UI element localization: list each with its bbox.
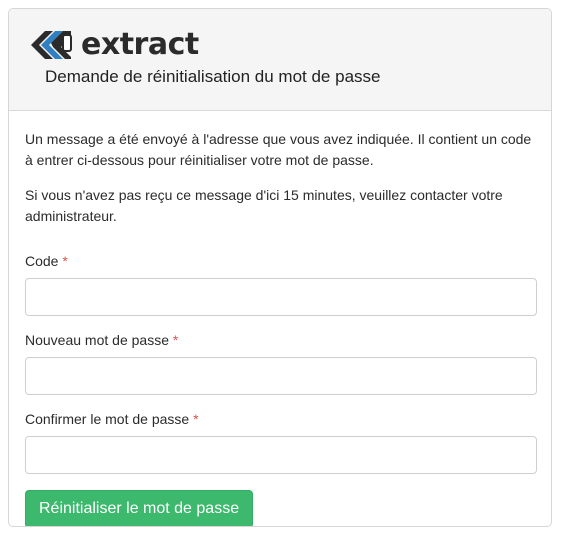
card-body: Un message a été envoyé à l'adresse que … [9, 111, 551, 526]
required-marker: * [172, 332, 179, 348]
confirm-password-input[interactable] [25, 436, 537, 474]
reset-request-card: extract Demande de réinitialisation du m… [8, 8, 552, 527]
info-message-contact-admin: Si vous n'avez pas reçu ce message d'ici… [25, 187, 503, 224]
code-label: Code * [25, 253, 535, 269]
new-password-label-text: Nouveau mot de passe [25, 332, 169, 348]
confirm-password-field-group: Confirmer le mot de passe * [25, 411, 537, 474]
info-message-sent: Un message a été envoyé à l'adresse que … [25, 131, 532, 168]
new-password-label: Nouveau mot de passe * [25, 332, 535, 348]
confirm-password-label-text: Confirmer le mot de passe [25, 411, 190, 427]
new-password-input[interactable] [25, 357, 537, 395]
confirm-password-label: Confirmer le mot de passe * [25, 411, 535, 427]
logo-text: extract [81, 27, 199, 62]
required-marker: * [193, 411, 199, 427]
page-title: Demande de réinitialisation du mot de pa… [45, 67, 381, 86]
new-password-field-group: Nouveau mot de passe * [25, 332, 537, 395]
card-header: extract Demande de réinitialisation du m… [9, 9, 551, 111]
required-marker: * [62, 253, 68, 269]
code-field-group: Code * [25, 253, 537, 316]
logo: extract [25, 23, 199, 67]
code-label-text: Code [25, 253, 59, 269]
extract-logo-icon [25, 25, 77, 65]
code-input[interactable] [25, 278, 537, 316]
reset-password-button[interactable]: Réinitialiser le mot de passe [25, 490, 254, 526]
